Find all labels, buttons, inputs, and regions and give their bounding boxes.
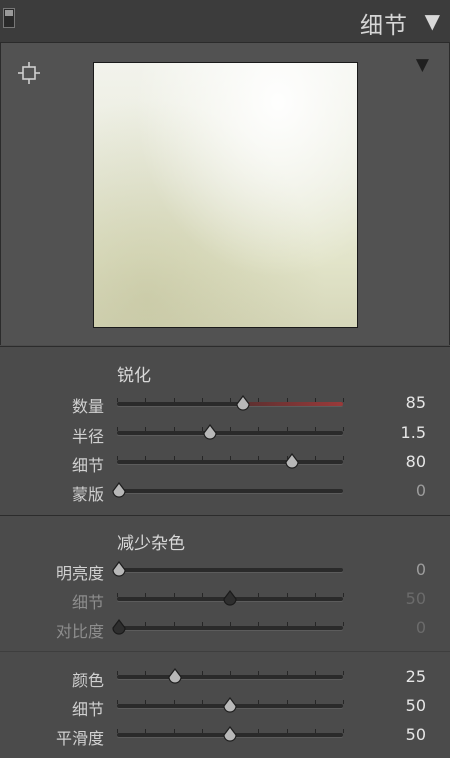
- sharpen-masking-label: 蒙版: [71, 485, 104, 504]
- sharpen-radius-slider[interactable]: [117, 431, 343, 435]
- detail-preview-image[interactable]: [93, 62, 358, 328]
- section-divider: [0, 346, 450, 347]
- slider-tick: [343, 729, 344, 733]
- noise-luminance-value[interactable]: 0: [370, 560, 426, 579]
- noise-color-detail-value[interactable]: 50: [370, 696, 426, 715]
- noise-luminance-thumb[interactable]: [111, 561, 127, 579]
- sharpen-amount-label: 数量: [71, 397, 104, 416]
- subsection-divider: [0, 651, 450, 652]
- sharpen-section-title: 锐化: [117, 366, 151, 386]
- collapse-triangle-icon[interactable]: ▼: [425, 9, 440, 33]
- noise-smoothness-thumb[interactable]: [222, 726, 238, 744]
- slider-tick: [343, 427, 344, 431]
- section-divider: [0, 515, 450, 516]
- slider-tick: [343, 456, 344, 460]
- noise-color-thumb[interactable]: [167, 668, 183, 686]
- sharpen-amount-value[interactable]: 85: [370, 393, 426, 412]
- slider-tick: [343, 593, 344, 597]
- sharpen-radius-label: 半径: [71, 427, 104, 446]
- noise-color-label: 颜色: [71, 671, 104, 690]
- panel-switch-icon[interactable]: [3, 8, 15, 28]
- slider-tick: [343, 700, 344, 704]
- slider-tick: [343, 398, 344, 402]
- sharpen-masking-thumb[interactable]: [111, 482, 127, 500]
- panel-title: 细节: [360, 13, 408, 39]
- noise-luminance-label: 明亮度: [55, 564, 104, 583]
- noise-luminance-detail-value[interactable]: 50: [370, 589, 426, 608]
- noise-color-detail-thumb[interactable]: [222, 697, 238, 715]
- sharpen-masking-slider[interactable]: [117, 489, 343, 493]
- sharpen-amount-slider[interactable]: [117, 402, 343, 406]
- sharpen-radius-value[interactable]: 1.5: [370, 423, 426, 442]
- sharpen-masking-value[interactable]: 0: [370, 481, 426, 500]
- noise-contrast-value[interactable]: 0: [370, 618, 426, 637]
- detail-preview-area: ▼: [0, 43, 450, 345]
- noise-section-title: 减少杂色: [117, 534, 185, 554]
- preview-toggle-icon[interactable]: ▼: [416, 55, 429, 75]
- target-crosshair-icon[interactable]: [17, 61, 41, 85]
- panel-header: 细节 ▼: [0, 0, 450, 43]
- noise-color-detail-label: 细节: [71, 700, 104, 719]
- noise-luminance-slider[interactable]: [117, 568, 343, 572]
- noise-contrast-label: 对比度: [55, 622, 104, 641]
- noise-smoothness-label: 平滑度: [55, 729, 104, 748]
- sharpen-detail-label: 细节: [71, 456, 104, 475]
- slider-tick: [343, 622, 344, 626]
- noise-luminance-detail-label: 细节: [71, 593, 104, 612]
- noise-contrast-thumb[interactable]: [111, 619, 127, 637]
- noise-color-slider[interactable]: [117, 675, 343, 679]
- sharpen-amount-thumb[interactable]: [235, 395, 251, 413]
- sharpen-radius-thumb[interactable]: [202, 424, 218, 442]
- noise-smoothness-value[interactable]: 50: [370, 725, 426, 744]
- noise-color-value[interactable]: 25: [370, 667, 426, 686]
- sharpen-detail-slider[interactable]: [117, 460, 343, 464]
- noise-luminance-detail-thumb[interactable]: [222, 590, 238, 608]
- noise-contrast-slider[interactable]: [117, 626, 343, 630]
- slider-tick: [343, 671, 344, 675]
- sharpen-detail-thumb[interactable]: [284, 453, 300, 471]
- sharpen-detail-value[interactable]: 80: [370, 452, 426, 471]
